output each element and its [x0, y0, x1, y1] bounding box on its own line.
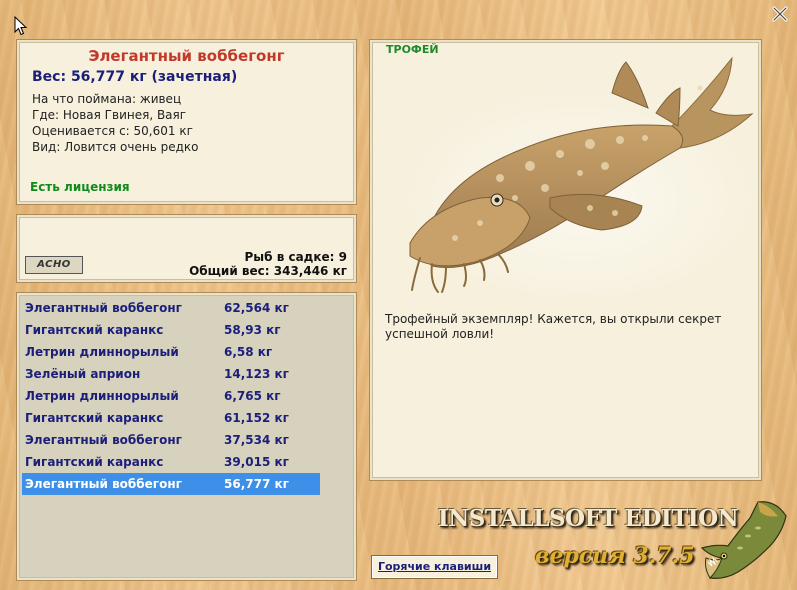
list-item-weight: 58,93 кг [224, 323, 281, 337]
bait-info: На что поймана: живец [32, 92, 182, 106]
list-item-weight: 62,564 кг [224, 301, 289, 315]
pike-logo [700, 501, 787, 579]
list-item-name: Элегантный воббегонг [25, 301, 182, 315]
list-item[interactable]: Летрин длиннорылый 6,765 кг [22, 385, 320, 407]
trophy-description: Трофейный экземпляр! Кажется, вы открыли… [385, 312, 722, 341]
keepnet-total-weight: Общий вес: 343,446 кг [189, 264, 347, 278]
list-item[interactable]: Зелёный априон 14,123 кг [22, 363, 320, 385]
list-item-name: Зелёный априон [25, 367, 141, 381]
list-item-weight: 56,777 кг [224, 477, 289, 491]
list-item-name: Элегантный воббегонг [25, 433, 182, 447]
license-status: Есть лицензия [30, 180, 130, 194]
list-item-name: Элегантный воббегонг [25, 477, 182, 491]
trophy-label: ТРОФЕЙ [386, 43, 439, 56]
catch-list: Элегантный воббегонг 62,564 кг Гигантски… [17, 293, 356, 580]
rarity-info: Вид: Ловится очень редко [32, 140, 199, 154]
close-icon[interactable] [771, 5, 789, 23]
fish-name: Элегантный воббегонг [88, 47, 285, 65]
list-item-name: Гигантский каранкс [25, 455, 164, 469]
trophy-panel: ТРОФЕЙ Трофейный экземпляр! Кажется, вы … [370, 40, 761, 480]
keepnet-panel: ACHO Рыб в садке: 9 Общий вес: 343,446 к… [17, 215, 356, 282]
list-item[interactable]: Летрин длиннорылый 6,58 кг [22, 341, 320, 363]
list-item-name: Летрин длиннорылый [25, 389, 179, 403]
list-item-weight: 6,765 кг [224, 389, 281, 403]
location-info: Где: Новая Гвинея, Ваяг [32, 108, 187, 122]
mouse-cursor-icon [14, 16, 28, 36]
list-item-selected[interactable]: Элегантный воббегонг 56,777 кг [22, 473, 320, 495]
list-item-weight: 39,015 кг [224, 455, 289, 469]
list-item[interactable]: Гигантский каранкс 61,152 кг [22, 407, 320, 429]
hotkeys-button[interactable]: Горячие клавиши [371, 555, 498, 579]
list-item-weight: 37,534 кг [224, 433, 289, 447]
list-item[interactable]: Элегантный воббегонг 62,564 кг [22, 297, 320, 319]
list-item[interactable]: Гигантский каранкс 39,015 кг [22, 451, 320, 473]
list-item-name: Летрин длиннорылый [25, 345, 179, 359]
list-item[interactable]: Гигантский каранкс 58,93 кг [22, 319, 320, 341]
brand-logo: ACHO [25, 256, 83, 274]
fish-weight: Вес: 56,777 кг (зачетная) [32, 69, 238, 85]
fish-info-panel: Элегантный воббегонг Вес: 56,777 кг (зач… [17, 40, 356, 204]
list-item-weight: 6,58 кг [224, 345, 273, 359]
keepnet-count: Рыб в садке: 9 [244, 250, 348, 264]
list-item[interactable]: Элегантный воббегонг 37,534 кг [22, 429, 320, 451]
list-item-weight: 61,152 кг [224, 411, 289, 425]
version-label: версия 3.7.5 [535, 543, 695, 569]
list-item-weight: 14,123 кг [224, 367, 289, 381]
list-item-name: Гигантский каранкс [25, 323, 164, 337]
list-item-name: Гигантский каранкс [25, 411, 164, 425]
wobbegong-shark-image [405, 56, 755, 298]
edition-title: INSTALLSOFT EDITION [438, 505, 739, 532]
rated-from-info: Оценивается с: 50,601 кг [32, 124, 193, 138]
